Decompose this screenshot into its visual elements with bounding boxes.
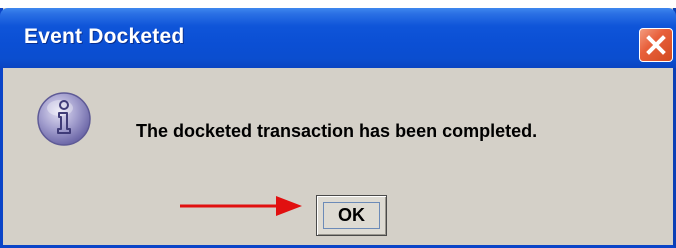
ok-button-label: OK xyxy=(338,205,365,225)
close-icon xyxy=(646,35,666,55)
dialog-message: The docketed transaction has been comple… xyxy=(136,121,538,141)
information-icon xyxy=(37,92,91,146)
dialog-title: Event Docketed xyxy=(24,25,185,48)
dialog-window: Event Docketed The docketed transaction … xyxy=(0,8,676,248)
close-button[interactable] xyxy=(639,28,673,62)
ok-button[interactable]: OK xyxy=(316,195,387,236)
dialog-content: The docketed transaction has been comple… xyxy=(3,68,673,248)
red-arrow-icon xyxy=(180,196,302,216)
title-bar[interactable]: Event Docketed xyxy=(0,8,676,68)
